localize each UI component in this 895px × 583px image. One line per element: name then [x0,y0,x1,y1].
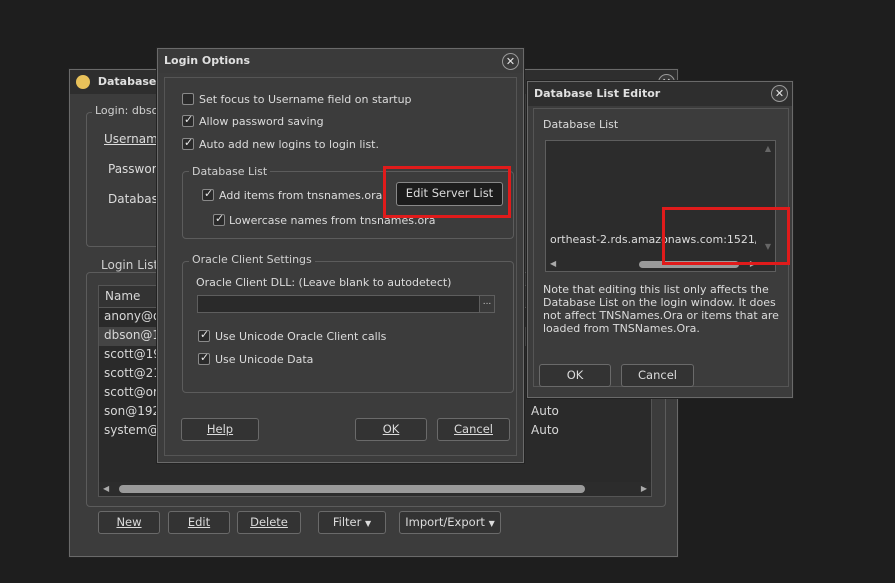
database-list-editor-close-icon[interactable]: ✕ [771,85,788,102]
row-type: Auto [531,423,559,437]
allow-password-label: Allow password saving [199,115,324,128]
editor-note: Note that editing this list only affects… [543,283,779,335]
ok-button-label: OK [382,422,400,436]
cancel-button-label: Cancel [454,422,493,436]
auto-add-checkbox[interactable] [182,136,194,150]
row-name: scott@19 [104,347,161,361]
chevron-down-icon: ▼ [364,519,372,528]
scroll-left-icon[interactable]: ◀ [550,259,556,268]
row-name: anony@o [104,309,161,323]
delete-button-label: Delete [250,515,288,529]
edit-button-label: Edit [187,515,211,529]
row-name: scott@orc [104,385,165,399]
ok-button[interactable]: OK [355,418,427,441]
oracle-dll-label: Oracle Client DLL: (Leave blank to autod… [196,276,452,289]
cancel-button[interactable]: Cancel [437,418,510,441]
set-focus-label: Set focus to Username field on startup [199,93,412,106]
database-list-editor-dialog: Database List Editor ✕ Database List ort… [527,81,793,398]
login-options-dialog: Login Options ✕ Set focus to Username fi… [157,48,524,463]
editor-ok-button[interactable]: OK [539,364,611,387]
grid-scroll-thumb[interactable] [119,485,585,493]
scroll-left-icon[interactable]: ◀ [103,484,109,493]
editor-cancel-button[interactable]: Cancel [621,364,694,387]
chevron-down-icon: ▼ [488,519,495,528]
grid-horizontal-scrollbar[interactable]: ◀ ▶ [99,482,651,496]
login-list-group-label: Login List [98,258,162,272]
oracle-dll-input[interactable] [197,295,495,313]
add-items-label: Add items from tnsnames.ora [219,189,383,202]
use-unicode-calls-label: Use Unicode Oracle Client calls [215,330,387,343]
database-list-group-label: Database List [189,165,271,178]
column-header-name[interactable]: Name [105,289,140,303]
login-options-close-icon[interactable]: ✕ [502,53,519,70]
import-export-button[interactable]: Import/Export ▼ [399,511,501,534]
highlight-box [662,207,790,265]
help-button-label: Help [206,422,234,436]
use-unicode-data-label: Use Unicode Data [215,353,314,366]
highlight-box [383,166,511,218]
database-list-label: Database List [543,118,619,131]
username-label: Username [104,132,166,146]
row-type: Auto [531,404,559,418]
browse-button[interactable]: ... [479,296,494,312]
filter-button-label: Filter [332,515,362,529]
database-list-editor-titlebar[interactable]: Database List Editor [528,82,792,106]
add-items-checkbox[interactable] [202,187,214,201]
password-label: Password [108,162,165,176]
scroll-up-icon[interactable]: ▲ [765,144,771,153]
filter-button[interactable]: Filter ▼ [318,511,386,534]
oracle-client-group-label: Oracle Client Settings [189,253,315,266]
row-name: dbson@1 [104,328,161,342]
app-logo-icon [76,75,90,89]
edit-button[interactable]: Edit [168,511,230,534]
delete-button[interactable]: Delete [237,511,301,534]
set-focus-checkbox[interactable] [182,93,194,105]
row-name: scott@21 [104,366,161,380]
login-group-label: Login: dbso [92,104,162,117]
new-button-label: New [116,515,142,529]
login-options-titlebar[interactable]: Login Options [158,49,523,73]
row-name: son@192 [104,404,161,418]
allow-password-checkbox[interactable] [182,113,194,127]
new-button[interactable]: New [98,511,160,534]
use-unicode-data-checkbox[interactable] [198,351,210,365]
use-unicode-calls-checkbox[interactable] [198,328,210,342]
help-button[interactable]: Help [181,418,259,441]
auto-add-label: Auto add new logins to login list. [199,138,379,151]
import-export-button-label: Import/Export [405,515,485,529]
scroll-right-icon[interactable]: ▶ [641,484,647,493]
lowercase-names-checkbox[interactable] [213,212,225,226]
